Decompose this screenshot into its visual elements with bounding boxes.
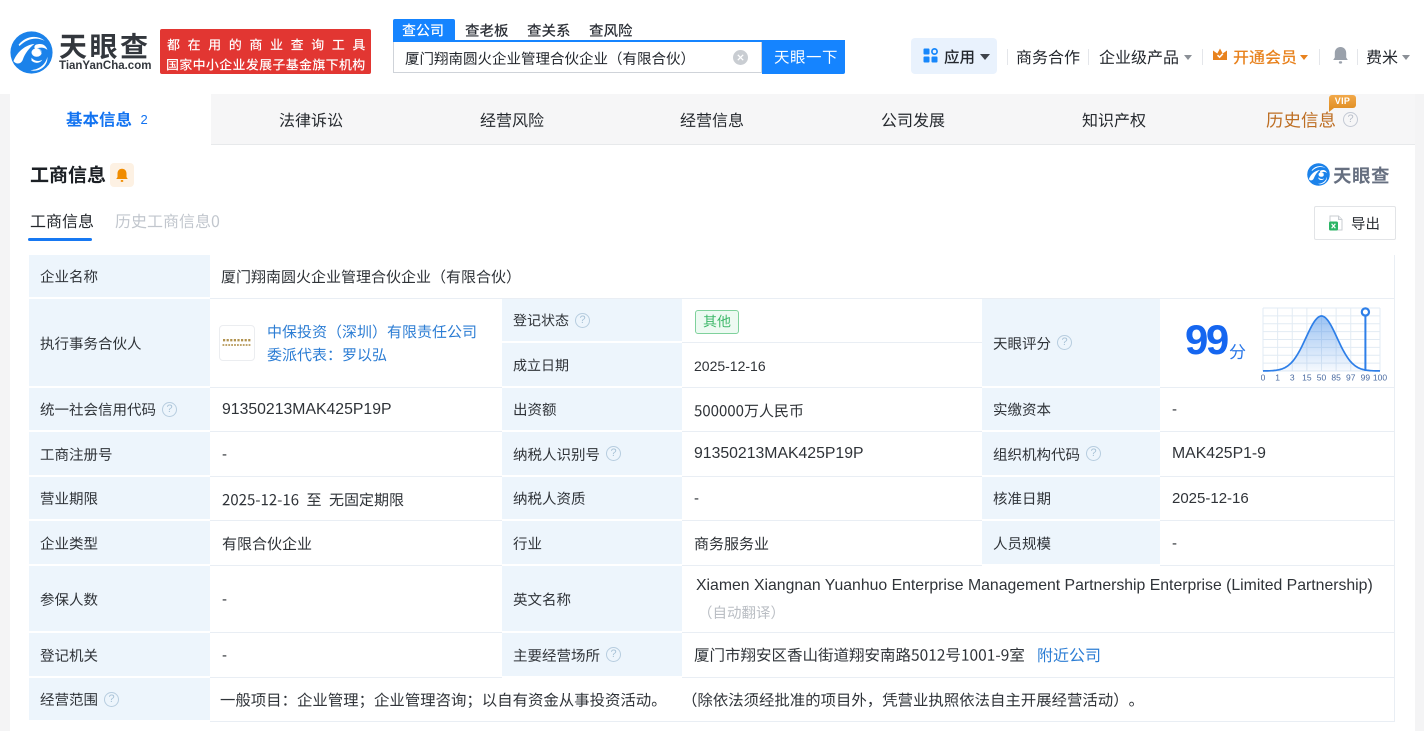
svg-text:0: 0 bbox=[1261, 373, 1266, 383]
svg-text:97: 97 bbox=[1346, 373, 1356, 383]
svg-text:50: 50 bbox=[1317, 373, 1327, 383]
svg-text:3: 3 bbox=[1290, 373, 1295, 383]
svg-text:1: 1 bbox=[1275, 373, 1280, 383]
svg-text:99: 99 bbox=[1361, 373, 1371, 383]
svg-text:100: 100 bbox=[1373, 373, 1387, 383]
svg-text:85: 85 bbox=[1331, 373, 1341, 383]
svg-text:15: 15 bbox=[1302, 373, 1312, 383]
